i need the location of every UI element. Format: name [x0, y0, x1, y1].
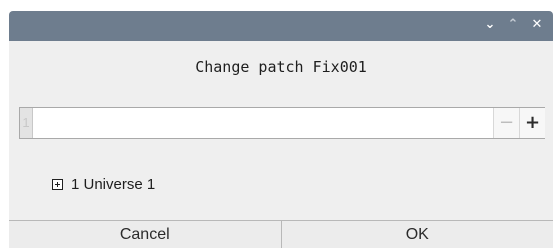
address-input[interactable] [33, 108, 493, 138]
patch-dialog-window: ⌄ ⌃ ✕ Change patch Fix001 1 − + 1 Univer… [9, 11, 553, 248]
cancel-button[interactable]: Cancel [9, 221, 282, 248]
dialog-title: Change patch Fix001 [195, 58, 367, 76]
button-bar: Cancel OK [9, 220, 553, 248]
chevron-down-icon[interactable]: ⌄ [480, 15, 500, 35]
tree-item-label: 1 Universe 1 [71, 175, 156, 193]
ok-button[interactable]: OK [281, 221, 553, 248]
decrement-button[interactable]: − [493, 108, 519, 138]
increment-button[interactable]: + [519, 108, 545, 138]
tree-item-universe[interactable]: 1 Universe 1 [52, 174, 155, 194]
close-icon[interactable]: ✕ [527, 15, 547, 35]
address-spinbox[interactable]: 1 − + [19, 107, 545, 139]
title-bar[interactable]: ⌄ ⌃ ✕ [9, 11, 553, 41]
address-indicator: 1 [20, 108, 33, 138]
expand-icon[interactable] [52, 178, 63, 190]
chevron-up-icon[interactable]: ⌃ [503, 15, 523, 35]
